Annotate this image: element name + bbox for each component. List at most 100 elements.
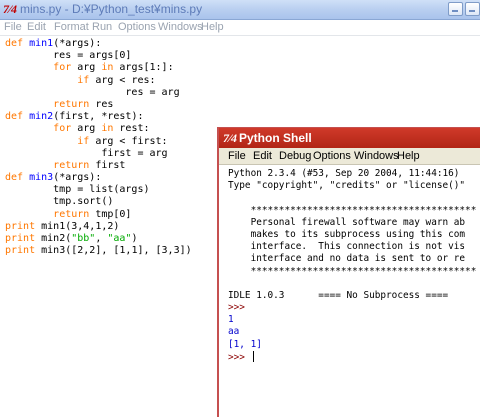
shell-menu-help[interactable]: Help xyxy=(397,150,420,163)
keyword-token: return xyxy=(53,98,90,110)
shell-line: **************************************** xyxy=(228,266,477,278)
code-line: if arg < res: xyxy=(5,75,192,87)
shell-menubar: File Edit Debug Options Windows Help xyxy=(219,148,480,165)
prompt-token: >>> xyxy=(228,351,245,363)
code-line: def min3(*args): xyxy=(5,172,192,184)
code-token: (first, *rest): xyxy=(53,111,144,123)
keyword-token: for xyxy=(53,62,72,74)
keyword-token: return xyxy=(53,159,90,171)
menu-help[interactable]: Help xyxy=(201,21,224,34)
code-token: Personal firewall software may warn ab xyxy=(228,216,466,228)
code-line: res = args[0] xyxy=(5,50,192,62)
shell-line: interface. This connection is not vis xyxy=(228,241,476,253)
shell-line: 1 xyxy=(228,314,476,326)
code-line: tmp = list(args) xyxy=(5,184,192,196)
function-name-token: min3 xyxy=(29,172,54,184)
code-token: first = arg xyxy=(5,147,168,159)
menu-divider xyxy=(0,35,480,36)
code-token: args[1:]: xyxy=(113,62,174,74)
code-token: min3([2,2], [1,1], [3,3]) xyxy=(35,245,192,257)
code-line: for arg in rest: xyxy=(5,123,192,135)
maximize-button[interactable] xyxy=(465,2,480,16)
output-token: aa xyxy=(228,326,240,338)
code-editor-text[interactable]: def min1(*args): res = args[0] for arg i… xyxy=(5,38,192,257)
menu-options[interactable]: Options xyxy=(118,21,156,34)
shell-menu-debug[interactable]: Debug xyxy=(279,150,311,163)
keyword-token: print xyxy=(5,245,36,257)
shell-line: >>> xyxy=(228,302,476,314)
keyword-token: print xyxy=(5,233,36,244)
shell-line: Personal firewall software may warn ab xyxy=(228,217,476,229)
code-line: first = arg xyxy=(5,148,192,160)
python-shell-window: 7⁄4 Python Shell File Edit Debug Options… xyxy=(217,127,480,417)
code-line: tmp.sort() xyxy=(5,196,192,208)
minimize-button[interactable] xyxy=(448,2,463,16)
shell-line: **************************************** xyxy=(228,205,477,217)
idle-app-icon: 7⁄4 xyxy=(3,2,18,16)
code-token: interface. This connection is not vis xyxy=(228,241,466,253)
menu-run[interactable]: Run xyxy=(92,21,112,34)
menu-format[interactable]: Format xyxy=(54,21,89,34)
code-token: arg < res: xyxy=(89,74,156,86)
function-name-token: min1 xyxy=(29,38,54,49)
code-token: tmp = list(args) xyxy=(5,184,150,196)
code-token: (*args): xyxy=(53,172,102,184)
code-token: makes to its subprocess using this com xyxy=(228,228,466,240)
keyword-token: for xyxy=(53,123,72,135)
prompt-token: >>> xyxy=(228,302,245,314)
code-line: res = arg xyxy=(5,87,192,99)
editor-window-title: mins.py - D:¥Python_test¥mins.py xyxy=(20,2,203,16)
code-token: arg xyxy=(71,62,102,74)
code-line: print min3([2,2], [1,1], [3,3]) xyxy=(5,245,192,257)
code-line: return tmp[0] xyxy=(5,209,192,221)
code-token: (*args): xyxy=(53,38,102,49)
keyword-token: def xyxy=(5,38,30,49)
code-line: def min2(first, *rest): xyxy=(5,111,192,123)
editor-titlebar[interactable]: 7⁄4 mins.py - D:¥Python_test¥mins.py xyxy=(0,0,480,20)
code-token: tmp[0] xyxy=(89,208,132,220)
keyword-token: if xyxy=(77,74,90,86)
code-token: min1(3,4,1,2) xyxy=(35,220,120,232)
shell-line: [1, 1] xyxy=(228,339,476,351)
code-line: return first xyxy=(5,160,192,172)
string-token: "bb" xyxy=(71,233,96,244)
shell-line: makes to its subprocess using this com xyxy=(228,229,476,241)
code-token: res = args[0] xyxy=(5,50,132,62)
code-token: arg xyxy=(71,123,102,135)
menu-edit[interactable]: Edit xyxy=(27,21,46,34)
shell-titlebar[interactable]: 7⁄4 Python Shell xyxy=(219,128,480,148)
code-token: tmp.sort() xyxy=(5,196,114,208)
code-token: arg < first: xyxy=(89,135,168,147)
shell-line: aa xyxy=(228,326,476,338)
code-token: , xyxy=(95,233,108,244)
code-token: res xyxy=(89,98,114,110)
shell-menu-edit[interactable]: Edit xyxy=(253,150,272,163)
code-line: def min1(*args): xyxy=(5,38,192,50)
code-token: min2( xyxy=(35,233,72,244)
code-token: interface and no data is sent to or re xyxy=(228,253,466,265)
string-token: "aa" xyxy=(107,233,132,244)
shell-menu-options[interactable]: Options xyxy=(313,150,351,163)
shell-menu-windows[interactable]: Windows xyxy=(354,150,399,163)
code-line: print min1(3,4,1,2) xyxy=(5,221,192,233)
shell-line: interface and no data is sent to or re xyxy=(228,253,476,265)
code-token: res = arg xyxy=(5,86,180,98)
output-token: 1 xyxy=(228,314,234,326)
output-token: [1, 1] xyxy=(228,338,262,350)
shell-line: IDLE 1.0.3 ==== No Subprocess ==== xyxy=(228,290,476,302)
keyword-token: print xyxy=(5,220,36,232)
menu-file[interactable]: File xyxy=(4,21,22,34)
code-token: Python 2.3.4 (#53, Sep 20 2004, 11:44:16… xyxy=(228,168,460,179)
shell-output[interactable]: Python 2.3.4 (#53, Sep 20 2004, 11:44:16… xyxy=(228,168,476,363)
code-line: print min2("bb", "aa") xyxy=(5,233,192,245)
menu-windows[interactable]: Windows xyxy=(158,21,203,34)
shell-line: >>> xyxy=(228,350,476,363)
keyword-token: def xyxy=(5,172,30,184)
shell-menu-file[interactable]: File xyxy=(228,150,246,163)
code-token: ) xyxy=(131,233,138,244)
